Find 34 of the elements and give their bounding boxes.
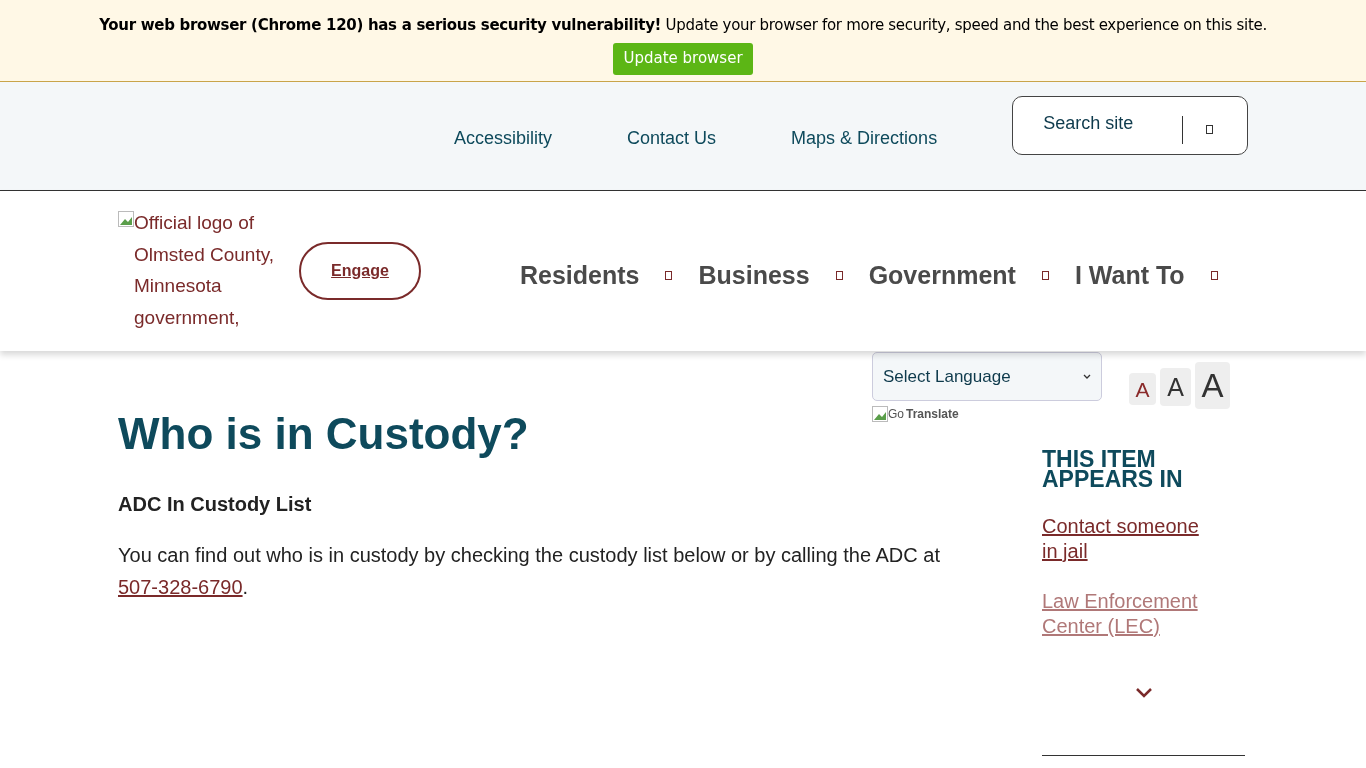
text-size-button[interactable]: A	[1195, 362, 1230, 409]
utility-link[interactable]: Accessibility	[454, 125, 553, 152]
search-button[interactable]	[1206, 125, 1214, 134]
translate-alt-text: Go	[888, 406, 904, 423]
main-nav-item[interactable]: Government	[868, 257, 1016, 295]
section-heading: ADC In Custody List	[118, 492, 313, 517]
engage-button[interactable]: Engage	[299, 242, 421, 300]
body-paragraph: You can find out who is in custody by checking the custody list below or by calling the ADC at 507-328-6790.	[118, 543, 941, 600]
main-nav-item[interactable]: Business	[698, 257, 810, 295]
missing-glyph-icon	[665, 271, 673, 281]
utility-link[interactable]: Maps & Directions	[791, 125, 938, 152]
main-nav-item[interactable]: I Want To	[1074, 257, 1185, 295]
broken-image-icon	[118, 211, 134, 227]
missing-glyph-icon	[1041, 271, 1049, 281]
chevron-down-icon	[1083, 374, 1091, 379]
sidebar-link[interactable]: Law Enforcement Center (LEC)	[1042, 589, 1217, 639]
text-size-button[interactable]: A	[1160, 368, 1191, 406]
utility-link[interactable]: Contact Us	[627, 125, 717, 152]
page-title: Who is in Custody?	[118, 408, 529, 460]
translate-label: Translate	[906, 406, 959, 423]
sidebar-link[interactable]: Contact someone in jail	[1042, 514, 1217, 564]
missing-glyph-icon	[1210, 271, 1218, 281]
missing-glyph-icon	[1206, 125, 1214, 134]
search-field[interactable]: Search site	[1012, 96, 1249, 155]
broken-image-icon	[872, 406, 888, 422]
main-nav-item[interactable]: Residents	[520, 257, 640, 295]
sidebar-heading: THIS ITEM APPEARS IN	[1042, 449, 1184, 489]
language-select[interactable]: Select Language	[872, 352, 1102, 401]
logo-alt-text: Official logo of Olmsted County, Minnesota government,	[134, 211, 276, 330]
alert-message: Your web browser (Chrome 120) has a serious security vulnerability! Update your browser for more security, speed and the best experience on this site.	[99, 15, 1267, 36]
chevron-down-icon[interactable]	[1135, 687, 1153, 698]
text-size-button[interactable]: A	[1129, 373, 1156, 405]
missing-glyph-icon	[835, 271, 843, 281]
phone-link[interactable]: 507-328-6790	[118, 576, 243, 598]
